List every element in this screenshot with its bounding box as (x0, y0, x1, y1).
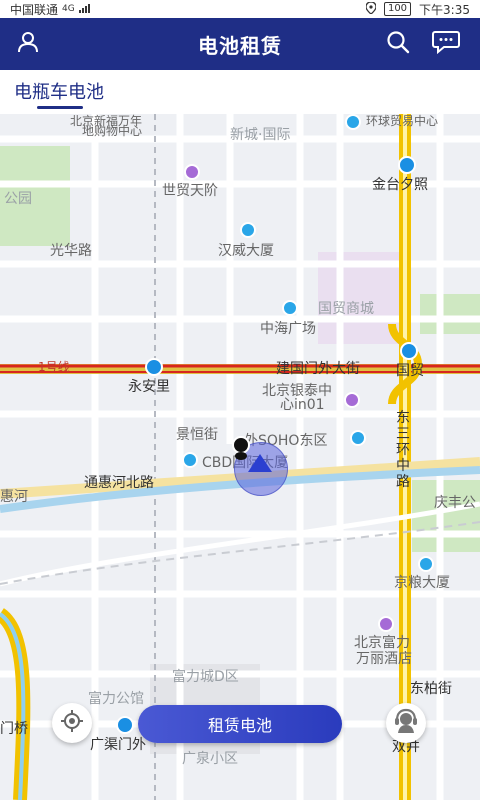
signal-icon (78, 2, 93, 16)
map-label-jingliang: 京粮大厦 (394, 575, 450, 591)
map-label-park: 公园 (4, 191, 32, 207)
map-label-shimao: 世贸天阶 (162, 183, 218, 199)
app-header: 电池租赁 (0, 18, 480, 70)
map-label-dongbaijie: 东柏街 (410, 681, 452, 697)
search-button[interactable] (376, 18, 420, 70)
status-left: 中国联通 4G (10, 1, 93, 18)
map-label-zhonghai: 中海广场 (260, 321, 316, 337)
metro-jintaixizhao[interactable] (398, 156, 416, 174)
search-icon (386, 30, 410, 58)
map-label-yonganli: 永安里 (128, 379, 170, 395)
map-label-huanqiu: 环球贸易中心 (366, 114, 439, 128)
map-label-fuli-2: 万丽酒店 (356, 651, 412, 667)
page-title: 电池租赁 (198, 33, 282, 58)
battery-level: 100 (383, 2, 412, 16)
map-label-line1: 1号线 (38, 360, 70, 374)
map-label-guomao: 国贸 (396, 363, 424, 379)
poi-cbd[interactable] (182, 452, 198, 468)
map-label-tonghuihe: 惠河 (0, 489, 28, 505)
map-label-fuli-d: 富力城D区 (172, 669, 239, 685)
map-label-jintaixizhao: 金台夕照 (372, 177, 428, 193)
status-right: 100 下午3:35 (365, 0, 470, 18)
map-label-yintai-2: 心in01 (280, 397, 325, 413)
locate-button[interactable] (52, 703, 92, 743)
map-label-shopping-2: 地购物中心 (82, 124, 143, 138)
active-tab-indicator (37, 106, 83, 109)
map-label-xincheng: 新城·国际 (230, 127, 291, 143)
map-view[interactable]: 北京新福万年 地购物中心 新城·国际 环球贸易中心 金台夕照 世贸天阶 公园 光… (0, 114, 480, 800)
message-button[interactable] (424, 18, 468, 70)
map-label-menqiao: 门桥 (0, 721, 28, 737)
poi-yintai[interactable] (344, 392, 360, 408)
map-label-guanghua: 光华路 (50, 243, 92, 259)
poi-soho[interactable] (350, 430, 366, 446)
location-arrow-icon (248, 454, 272, 472)
status-bar: 中国联通 4G 100 下午3:35 (0, 0, 480, 18)
poi-hanwei[interactable] (240, 222, 256, 238)
marker-stem (235, 452, 247, 460)
rent-battery-button[interactable]: 租赁电池 (138, 705, 342, 743)
map-label-guangquan: 广泉小区 (182, 751, 238, 767)
map-label-guomao-mall: 国贸商城 (318, 301, 374, 317)
metro-guomao[interactable] (400, 342, 418, 360)
metro-guangqumen[interactable] (116, 716, 134, 734)
poi-fuli[interactable] (378, 616, 394, 632)
map-label-qingfeng: 庆丰公 (434, 495, 476, 511)
chat-icon (432, 30, 460, 58)
poi-huanqiu[interactable] (345, 114, 361, 130)
poi-jingliang[interactable] (418, 556, 434, 572)
customer-service-icon (393, 708, 419, 738)
map-label-jinghengjie: 景恒街 (176, 427, 218, 443)
map-label-hanwei: 汉威大厦 (218, 243, 274, 259)
map-label-dongsanhuan: 东三环中路 (396, 410, 410, 490)
map-label-tonghuihe-north: 通惠河北路 (84, 475, 154, 491)
location-status-icon (365, 0, 377, 17)
time-label: 下午3:35 (419, 2, 470, 17)
green-area-1 (420, 294, 480, 334)
customer-service-button[interactable] (386, 703, 426, 743)
user-button[interactable] (6, 18, 50, 70)
locate-icon (60, 709, 84, 737)
poi-shimao[interactable] (184, 164, 200, 180)
map-label-fuli-gongyu: 富力公馆 (88, 691, 144, 707)
poi-zhonghai[interactable] (282, 300, 298, 316)
tab-ebike-battery[interactable]: 电瓶车电池 (14, 78, 104, 104)
map-label-guangqumen: 广渠门外 (90, 737, 146, 753)
metro-yonganli[interactable] (145, 358, 163, 376)
network-label: 4G (62, 4, 75, 14)
map-label-jianguomen: 建国门外大街 (276, 361, 360, 377)
carrier-label: 中国联通 (10, 2, 59, 17)
user-icon (17, 31, 39, 57)
